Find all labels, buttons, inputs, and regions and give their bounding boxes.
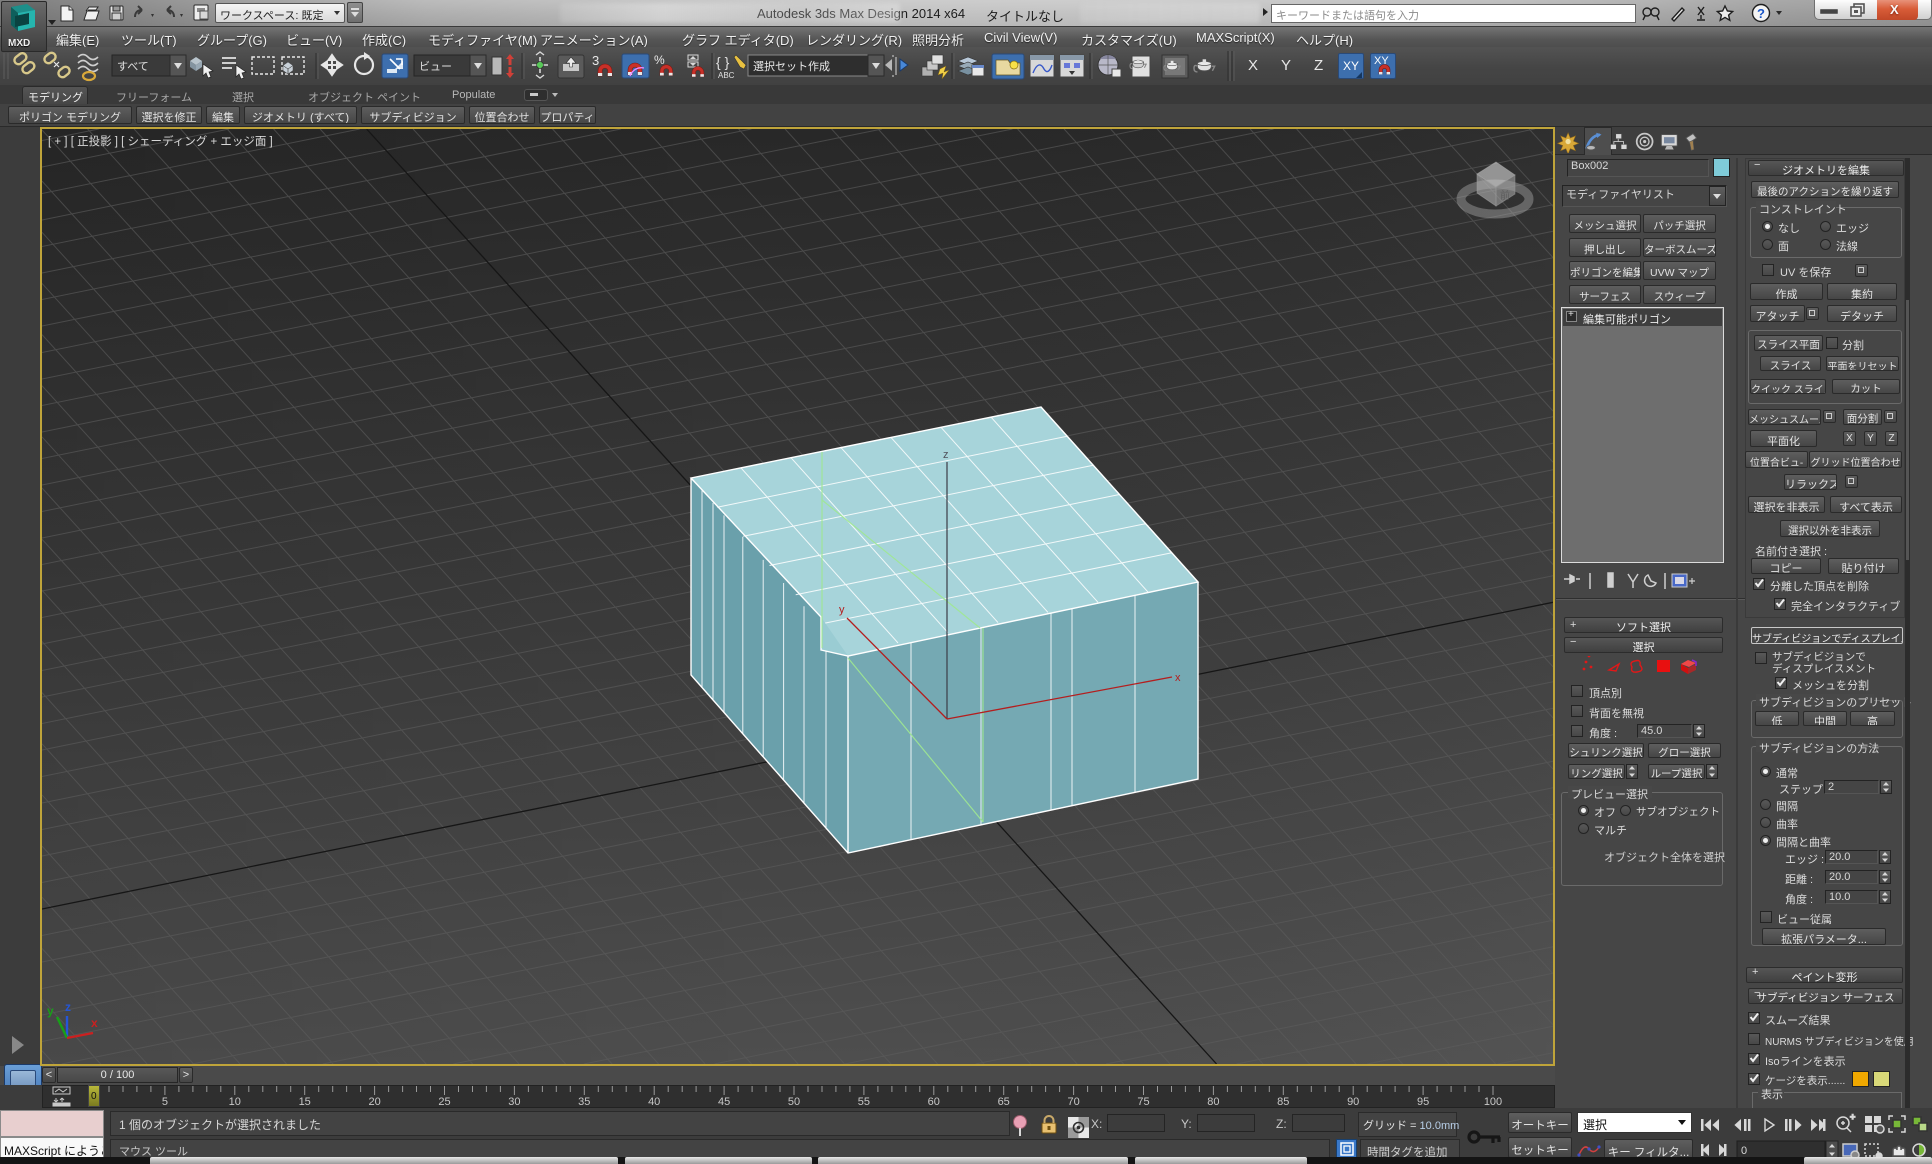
svg-text:ABC: ABC: [718, 71, 735, 80]
svg-text:35: 35: [578, 1096, 590, 1108]
svg-text:65: 65: [998, 1096, 1010, 1108]
svg-text:95: 95: [1417, 1096, 1429, 1108]
svg-text:80: 80: [1207, 1096, 1219, 1108]
svg-text:3: 3: [592, 53, 599, 68]
svg-text:50: 50: [788, 1096, 800, 1108]
svg-text:100: 100: [1484, 1096, 1502, 1108]
svg-text:90: 90: [1347, 1096, 1359, 1108]
svg-text:45: 45: [718, 1096, 730, 1108]
svg-text:55: 55: [858, 1096, 870, 1108]
svg-text:20: 20: [368, 1096, 380, 1108]
svg-text:?: ?: [1757, 6, 1765, 21]
svg-text:70: 70: [1067, 1096, 1079, 1108]
svg-text:すべて: すべて: [117, 60, 149, 73]
svg-text:ビュー: ビュー: [419, 60, 452, 73]
svg-text:15: 15: [299, 1096, 311, 1108]
svg-text:+: +: [1850, 1112, 1855, 1122]
svg-text:40: 40: [648, 1096, 660, 1108]
svg-text:30: 30: [508, 1096, 520, 1108]
svg-text:%: %: [654, 53, 665, 67]
svg-text:25: 25: [438, 1096, 450, 1108]
svg-text:60: 60: [928, 1096, 940, 1108]
svg-text:5: 5: [162, 1096, 168, 1108]
svg-text:10: 10: [229, 1096, 241, 1108]
svg-text:0: 0: [1741, 1145, 1747, 1157]
svg-text:75: 75: [1137, 1096, 1149, 1108]
svg-text:85: 85: [1277, 1096, 1289, 1108]
svg-text:{ }: { }: [716, 54, 730, 70]
svg-text:選択セット作成: 選択セット作成: [753, 59, 830, 73]
